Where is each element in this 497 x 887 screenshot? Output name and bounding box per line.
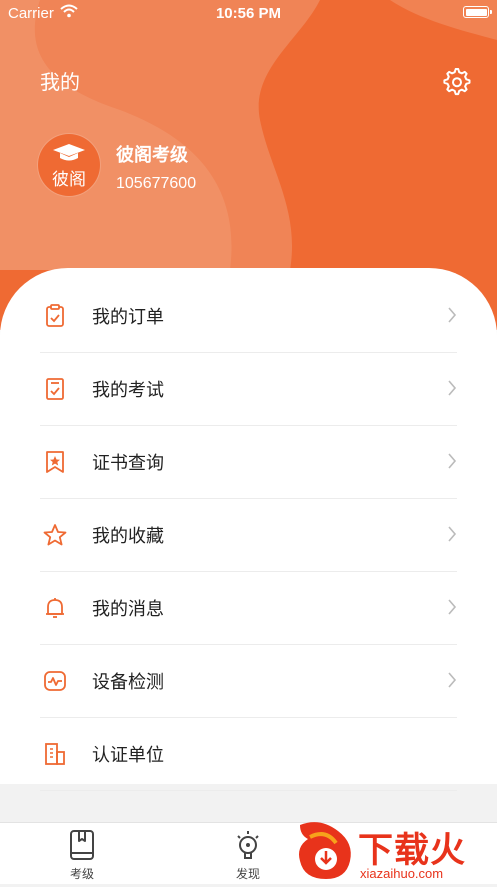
gear-icon[interactable] [442, 66, 472, 96]
menu-item-messages[interactable]: 我的消息 [40, 572, 457, 645]
chevron-right-icon [448, 526, 457, 542]
avatar-text: 彼阁 [52, 170, 86, 190]
bell-icon [46, 598, 64, 618]
graduation-cap-icon [53, 144, 85, 161]
menu-item-orders[interactable]: 我的订单 [40, 280, 457, 353]
menu-item-label: 我的收藏 [92, 526, 164, 547]
exam-sheet-icon [46, 378, 64, 400]
chevron-right-icon [448, 599, 457, 615]
menu-list: 我的订单 我的考试 证书查询 我的收藏 我的消息 设备检测 认证单位 [40, 280, 457, 791]
menu-item-exams[interactable]: 我的考试 [40, 353, 457, 426]
menu-item-label: 我的订单 [92, 307, 164, 328]
battery-icon [463, 6, 492, 18]
chevron-right-icon [448, 380, 457, 396]
status-bar: Carrier 10:56 PM [0, 0, 497, 26]
chevron-right-icon [448, 307, 457, 323]
menu-card: 我的订单 我的考试 证书查询 我的收藏 我的消息 设备检测 认证单位 [0, 268, 497, 791]
user-name: 彼阁考级 [116, 145, 188, 166]
menu-item-label: 证书查询 [92, 453, 164, 474]
menu-item-device-check[interactable]: 设备检测 [40, 645, 457, 718]
menu-item-label: 我的考试 [92, 380, 164, 401]
star-icon [43, 524, 67, 546]
building-icon [45, 743, 65, 765]
menu-item-favorites[interactable]: 我的收藏 [40, 499, 457, 572]
menu-item-label: 我的消息 [92, 599, 164, 620]
chevron-right-icon [448, 672, 457, 688]
chevron-right-icon [448, 453, 457, 469]
avatar[interactable]: 彼阁 [38, 134, 100, 196]
page-title: 我的 [40, 70, 80, 94]
menu-item-certification-units[interactable]: 认证单位 [40, 718, 457, 791]
watermark-url: xiazaihuo.com [360, 866, 444, 881]
user-id: 105677600 [116, 175, 197, 192]
menu-item-label: 认证单位 [92, 745, 164, 766]
menu-item-label: 设备检测 [92, 672, 164, 693]
bookmark-star-icon [46, 451, 64, 473]
monitor-pulse-icon [44, 671, 66, 691]
tab-label: 考级 [69, 867, 94, 881]
clipboard-icon [46, 304, 64, 327]
menu-item-certificate-query[interactable]: 证书查询 [40, 426, 457, 499]
status-time: 10:56 PM [215, 5, 282, 22]
tab-grading[interactable]: 考级 [22, 823, 142, 884]
lightbulb-icon [237, 831, 259, 859]
book-icon [70, 830, 94, 860]
